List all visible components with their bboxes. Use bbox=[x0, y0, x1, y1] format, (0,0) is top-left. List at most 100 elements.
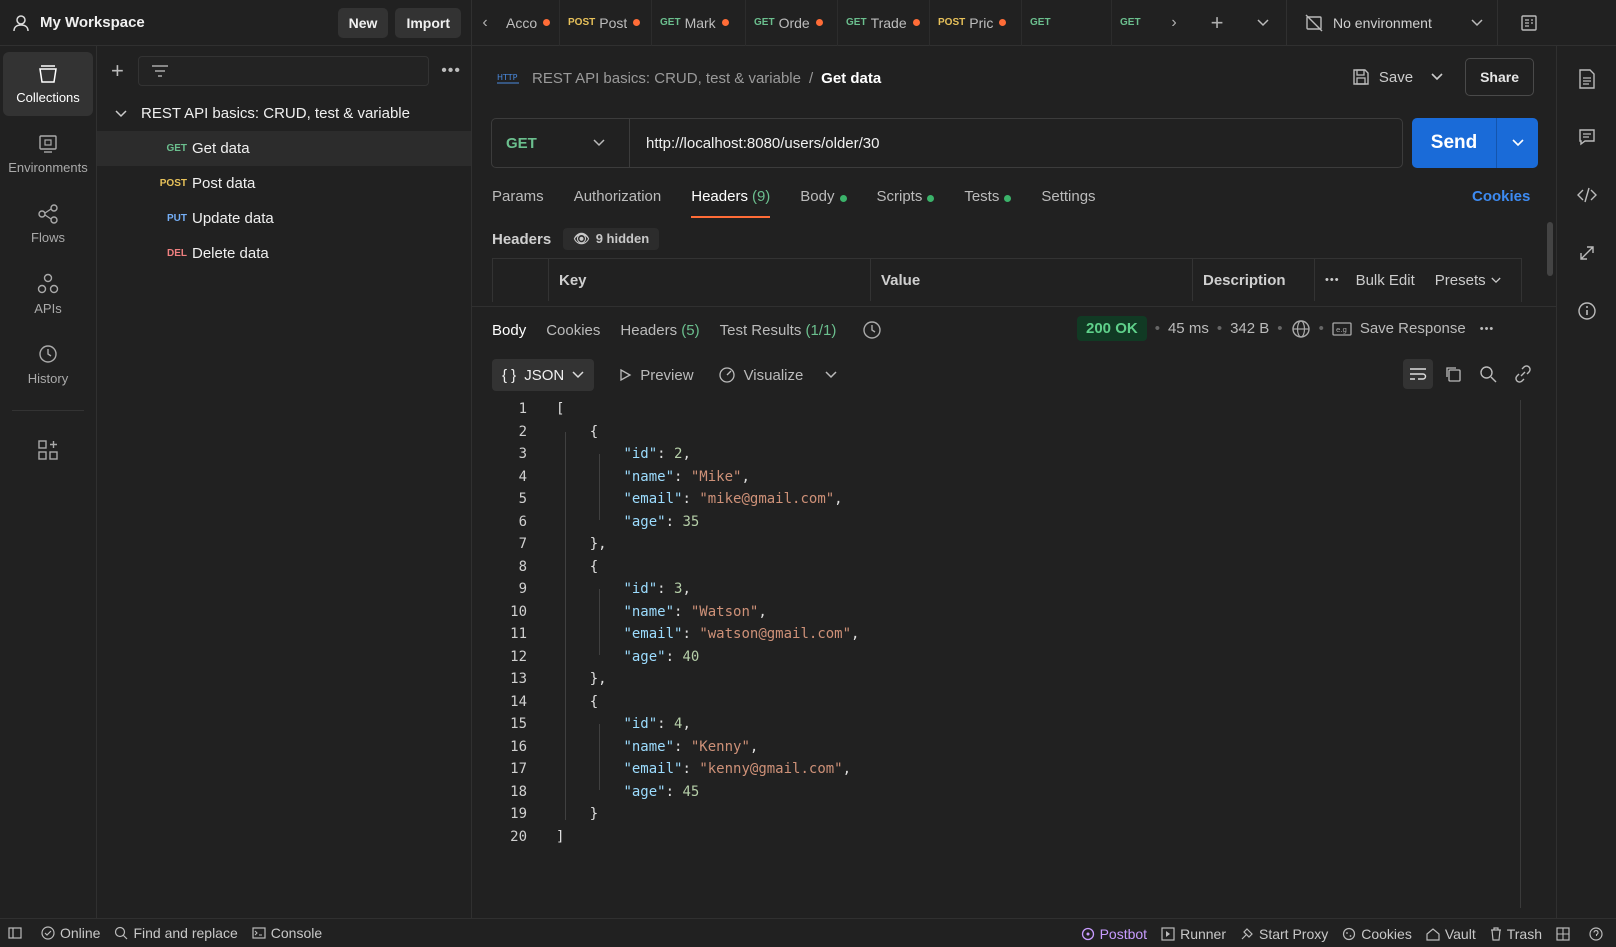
wrap-lines-icon[interactable] bbox=[1403, 359, 1433, 389]
collection-request-item[interactable]: PUT Update data bbox=[97, 201, 471, 236]
save-options-chevron-icon[interactable] bbox=[1431, 73, 1443, 81]
response-headers-count: (5) bbox=[681, 321, 700, 339]
environment-selector[interactable]: No environment bbox=[1286, 0, 1498, 46]
sidebar-more-icon[interactable]: ••• bbox=[441, 62, 461, 80]
runner-button[interactable]: Runner bbox=[1161, 926, 1226, 942]
related-collections-icon[interactable] bbox=[1557, 224, 1616, 282]
find-replace-button[interactable]: Find and replace bbox=[114, 925, 238, 941]
url-input[interactable]: http://localhost:8080/users/older/30 bbox=[630, 135, 879, 152]
filter-input[interactable] bbox=[137, 56, 430, 86]
breadcrumb-parent[interactable]: REST API basics: CRUD, test & variable bbox=[532, 70, 801, 87]
collection-folder[interactable]: REST API basics: CRUD, test & variable bbox=[97, 96, 471, 131]
start-proxy-button[interactable]: Start Proxy bbox=[1240, 926, 1328, 942]
tab-params[interactable]: Params bbox=[492, 182, 544, 218]
format-select[interactable]: { } JSON bbox=[492, 359, 595, 391]
copy-icon[interactable] bbox=[1438, 359, 1468, 389]
bulk-edit-button[interactable]: Bulk Edit bbox=[1356, 272, 1415, 289]
send-options-chevron-icon[interactable] bbox=[1496, 118, 1538, 168]
tab-headers[interactable]: Headers (9) bbox=[691, 182, 771, 218]
breadcrumb-current[interactable]: Get data bbox=[821, 70, 881, 87]
header-more-icon[interactable]: ••• bbox=[1325, 274, 1340, 286]
code-icon[interactable] bbox=[1557, 166, 1616, 224]
environment-quick-look-icon[interactable] bbox=[1498, 0, 1560, 46]
share-button[interactable]: Share bbox=[1465, 58, 1534, 96]
cookies-button[interactable]: Cookies bbox=[1342, 926, 1412, 942]
rail-item-apis[interactable]: APIs bbox=[3, 262, 93, 326]
presets-button[interactable]: Presets bbox=[1435, 272, 1486, 289]
help-icon[interactable] bbox=[1589, 926, 1608, 941]
response-history-icon[interactable] bbox=[862, 320, 882, 340]
response-tab-tests[interactable]: Test Results (1/1) bbox=[720, 322, 837, 339]
request-tab[interactable]: POST Pric bbox=[930, 0, 1022, 46]
request-tab[interactable]: GET bbox=[1112, 0, 1154, 46]
new-tab-icon[interactable]: + bbox=[1194, 0, 1240, 46]
tab-list-chevron-icon[interactable] bbox=[1240, 0, 1286, 46]
request-tab[interactable]: POST Post bbox=[560, 0, 652, 46]
vault-button[interactable]: Vault bbox=[1426, 926, 1476, 942]
code-text: }, bbox=[556, 536, 607, 553]
save-icon[interactable] bbox=[1352, 68, 1370, 86]
collection-request-item[interactable]: DEL Delete data bbox=[97, 236, 471, 271]
code-text: "name": "Mike", bbox=[623, 468, 750, 485]
rail-item-history[interactable]: History bbox=[3, 332, 93, 396]
response-more-icon[interactable]: ••• bbox=[1480, 323, 1495, 335]
hidden-headers-toggle[interactable]: 👁 9 hidden bbox=[563, 228, 660, 250]
response-tab-headers[interactable]: Headers (5) bbox=[620, 322, 699, 339]
code-text: "age": 45 bbox=[623, 783, 700, 800]
tab-scripts[interactable]: Scripts bbox=[877, 182, 935, 218]
link-icon[interactable] bbox=[1508, 359, 1538, 389]
import-button[interactable]: Import bbox=[395, 7, 461, 38]
collection-request-item[interactable]: GET Get data bbox=[97, 131, 471, 166]
response-size[interactable]: 342 B bbox=[1230, 320, 1269, 337]
add-collection-icon[interactable]: + bbox=[111, 58, 124, 84]
request-tab[interactable]: GET bbox=[1022, 0, 1112, 46]
layout-icon[interactable] bbox=[1556, 926, 1575, 941]
search-icon[interactable] bbox=[1473, 359, 1503, 389]
response-time[interactable]: 45 ms bbox=[1168, 320, 1209, 337]
tabs-scroll-right-icon[interactable]: › bbox=[1154, 0, 1194, 46]
response-tab-cookies[interactable]: Cookies bbox=[546, 322, 600, 339]
tab-settings[interactable]: Settings bbox=[1041, 182, 1095, 218]
preview-button[interactable]: Preview bbox=[618, 367, 694, 384]
cookies-link[interactable]: Cookies bbox=[1472, 188, 1530, 205]
line-number: 10 bbox=[510, 603, 527, 620]
new-button[interactable]: New bbox=[337, 7, 389, 38]
online-status[interactable]: Online bbox=[41, 925, 100, 941]
workspace-name[interactable]: My Workspace bbox=[40, 14, 331, 31]
tab-label: Mark bbox=[684, 14, 716, 31]
request-tab[interactable]: Acco bbox=[498, 0, 560, 46]
save-response-button[interactable]: e.g Save Response bbox=[1332, 320, 1466, 337]
request-scrollbar[interactable] bbox=[1547, 222, 1553, 276]
save-button[interactable]: Save bbox=[1379, 69, 1413, 86]
response-divider[interactable] bbox=[472, 306, 1556, 307]
info-icon[interactable] bbox=[1557, 282, 1616, 340]
collection-request-item[interactable]: POST Post data bbox=[97, 166, 471, 201]
response-body-editor[interactable]: 1[2 {3 "id": 2, 4 "name": "Mike", 5 "email… bbox=[492, 398, 1522, 906]
documentation-icon[interactable] bbox=[1557, 50, 1616, 108]
postbot-button[interactable]: Postbot bbox=[1081, 926, 1147, 942]
rail-item-collections[interactable]: Collections bbox=[3, 52, 93, 116]
request-tab[interactable]: GET Mark bbox=[652, 0, 746, 46]
tabs-scroll-left-icon[interactable]: ‹ bbox=[472, 0, 498, 46]
comments-icon[interactable] bbox=[1557, 108, 1616, 166]
tab-body[interactable]: Body bbox=[800, 182, 847, 218]
globe-icon[interactable] bbox=[1291, 319, 1311, 339]
method-select[interactable]: GET bbox=[492, 119, 630, 167]
toggle-sidebar-icon[interactable] bbox=[8, 927, 27, 939]
rail-configure-icon[interactable] bbox=[3, 431, 93, 475]
response-tab-body[interactable]: Body bbox=[492, 322, 526, 339]
rail-item-environments[interactable]: Environments bbox=[3, 122, 93, 186]
chevron-down-icon[interactable] bbox=[825, 371, 837, 379]
tab-tests[interactable]: Tests bbox=[964, 182, 1012, 218]
request-tab[interactable]: GET Trade bbox=[838, 0, 930, 46]
status-badge[interactable]: 200 OK bbox=[1077, 316, 1147, 341]
trash-button[interactable]: Trash bbox=[1490, 926, 1542, 942]
send-button[interactable]: Send bbox=[1412, 132, 1496, 154]
method-label: GET bbox=[506, 134, 537, 152]
request-tab[interactable]: GET Orde bbox=[746, 0, 838, 46]
console-button[interactable]: Console bbox=[252, 925, 322, 941]
rail-item-flows[interactable]: Flows bbox=[3, 192, 93, 256]
visualize-button[interactable]: Visualize bbox=[718, 366, 838, 384]
response-scrollbar[interactable] bbox=[1520, 400, 1521, 908]
tab-authorization[interactable]: Authorization bbox=[574, 182, 662, 218]
